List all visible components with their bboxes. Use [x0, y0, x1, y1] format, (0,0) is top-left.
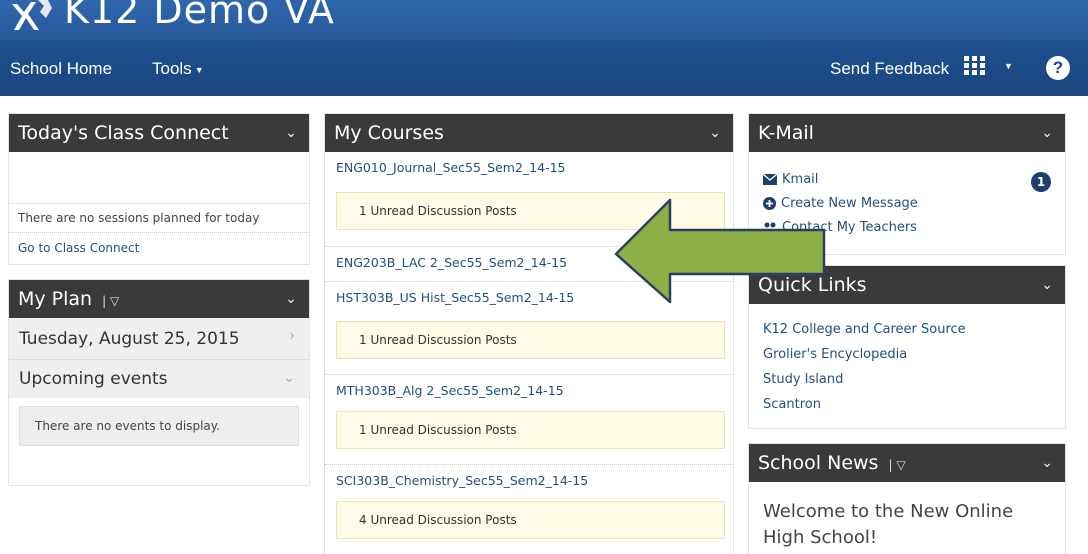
- news-headline[interactable]: Welcome to the New Online High School!: [763, 499, 1058, 551]
- upcoming-events-row[interactable]: Upcoming events ⌄: [9, 360, 309, 398]
- course-item: SCI303B_Chemistry_Sec55_Sem2_14-15 4 Unr…: [325, 464, 733, 554]
- my-courses-panel: My Courses ⌄ ENG010_Journal_Sec55_Sem2_1…: [324, 113, 734, 554]
- filter-dropdown-icon[interactable]: | ▽: [102, 294, 119, 308]
- green-arrow-annotation: [614, 198, 826, 304]
- panel-title: My Courses: [334, 122, 444, 144]
- chevron-down-icon[interactable]: ⌄: [1041, 444, 1053, 482]
- quick-link[interactable]: K12 College and Career Source: [763, 322, 966, 337]
- panel-title: K-Mail: [758, 122, 814, 144]
- kmail-link-label: Kmail: [782, 172, 819, 187]
- apps-grid-icon[interactable]: [964, 56, 986, 76]
- envelope-icon: [763, 174, 777, 185]
- unread-posts-notice[interactable]: 1 Unread Discussion Posts: [336, 411, 725, 449]
- main-navbar: School Home Tools ▼ Send Feedback ▼ ?: [0, 40, 1088, 96]
- unread-posts-notice[interactable]: 1 Unread Discussion Posts: [336, 321, 725, 359]
- class-connect-panel: Today's Class Connect ⌄ There are no ses…: [8, 113, 310, 265]
- unread-posts-notice[interactable]: 4 Unread Discussion Posts: [336, 501, 725, 539]
- nav-school-home[interactable]: School Home: [10, 59, 112, 79]
- course-link[interactable]: SCI303B_Chemistry_Sec55_Sem2_14-15: [336, 473, 588, 488]
- panel-title: Today's Class Connect: [18, 122, 229, 144]
- unread-count-badge: 1: [1031, 172, 1051, 192]
- nav-tools-menu[interactable]: Tools ▼: [152, 59, 204, 79]
- filter-dropdown-icon[interactable]: | ▽: [889, 458, 906, 472]
- no-events-text: There are no events to display.: [19, 406, 299, 446]
- course-link[interactable]: ENG010_Journal_Sec55_Sem2_14-15: [336, 160, 566, 175]
- help-button[interactable]: ?: [1046, 56, 1070, 80]
- caret-down-icon: ▼: [194, 64, 204, 75]
- k12-logo-icon[interactable]: [10, 0, 54, 34]
- panel-header: Today's Class Connect ⌄: [9, 114, 309, 152]
- chevron-down-icon[interactable]: ⌄: [285, 280, 297, 318]
- course-link[interactable]: MTH303B_Alg 2_Sec55_Sem2_14-15: [336, 383, 564, 398]
- chevron-down-icon[interactable]: ⌄: [1041, 266, 1053, 304]
- plan-date-row[interactable]: Tuesday, August 25, 2015 ›: [9, 318, 309, 360]
- chevron-down-icon[interactable]: ⌄: [709, 114, 721, 152]
- send-feedback-link[interactable]: Send Feedback: [830, 59, 949, 79]
- upcoming-events-label: Upcoming events: [19, 369, 168, 389]
- panel-header: My Plan | ▽ ⌄: [9, 280, 309, 318]
- go-to-class-connect-link[interactable]: Go to Class Connect: [18, 241, 139, 255]
- quick-link[interactable]: Grolier's Encyclopedia: [763, 347, 907, 362]
- no-sessions-text: There are no sessions planned for today: [9, 203, 309, 233]
- quick-link[interactable]: Scantron: [763, 397, 821, 412]
- school-banner: K12 Demo VA: [0, 0, 1088, 40]
- school-news-panel: School News | ▽ ⌄ Welcome to the New Onl…: [748, 443, 1066, 554]
- panel-header: School News | ▽ ⌄: [749, 444, 1065, 482]
- school-name[interactable]: K12 Demo VA: [64, 0, 335, 32]
- quick-link[interactable]: Study Island: [763, 372, 843, 387]
- panel-title: School News: [758, 452, 879, 474]
- kmail-link[interactable]: Kmail: [763, 172, 818, 187]
- panel-header: K-Mail ⌄: [749, 114, 1065, 152]
- chevron-down-icon[interactable]: ⌄: [1041, 114, 1053, 152]
- course-link[interactable]: ENG203B_LAC 2_Sec55_Sem2_14-15: [336, 255, 567, 270]
- course-link[interactable]: HST303B_US Hist_Sec55_Sem2_14-15: [336, 290, 574, 305]
- panel-title: My Plan: [18, 288, 93, 310]
- panel-header: My Courses ⌄: [325, 114, 733, 152]
- chevron-right-icon: ›: [289, 328, 295, 344]
- course-item: MTH303B_Alg 2_Sec55_Sem2_14-15 1 Unread …: [325, 374, 733, 464]
- nav-tools-label: Tools: [152, 59, 192, 78]
- plan-date: Tuesday, August 25, 2015: [19, 329, 240, 349]
- caret-down-icon[interactable]: ▼: [1004, 61, 1013, 71]
- chevron-down-icon[interactable]: ⌄: [285, 114, 297, 152]
- my-plan-panel: My Plan | ▽ ⌄ Tuesday, August 25, 2015 ›…: [8, 279, 310, 486]
- chevron-down-icon: ⌄: [283, 370, 295, 386]
